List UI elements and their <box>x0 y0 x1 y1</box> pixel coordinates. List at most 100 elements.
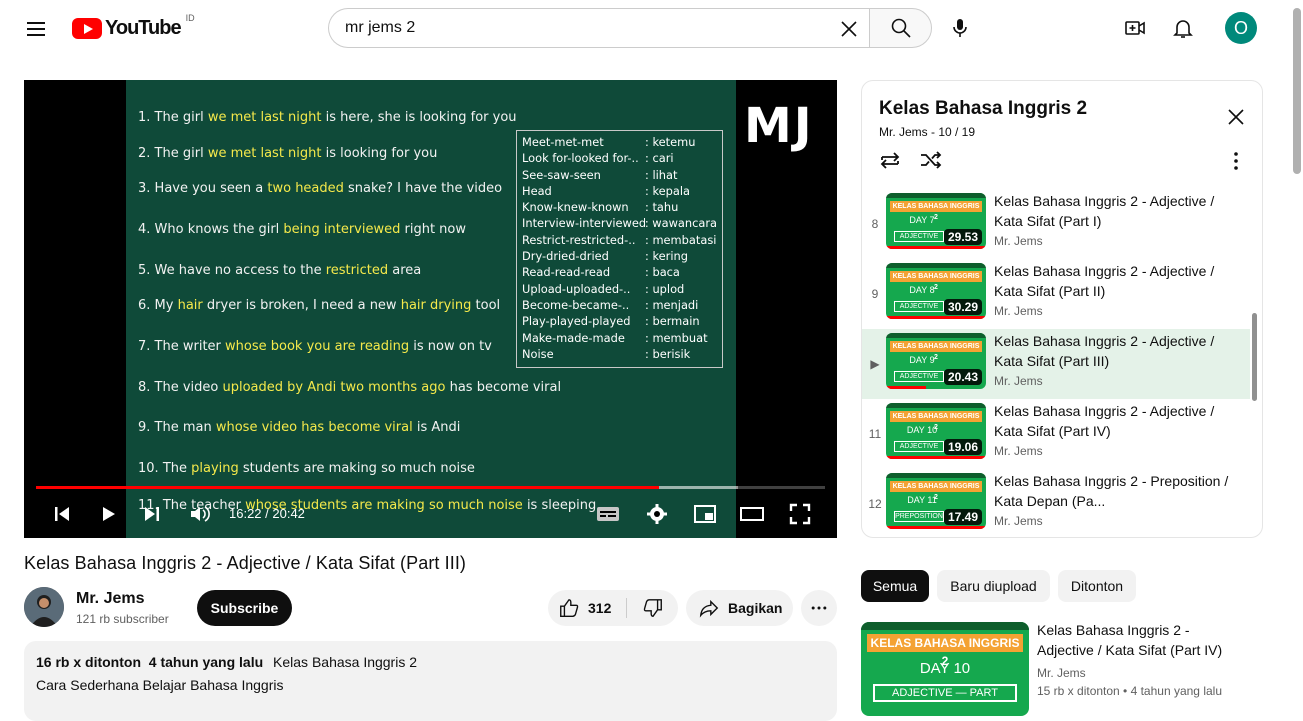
time-display: 16:22 / 20:42 <box>229 506 305 521</box>
playlist-item-title[interactable]: Kelas Bahasa Inggris 2 - Adjective / Kat… <box>994 191 1234 231</box>
vocab-row: Head: kepala <box>522 183 717 199</box>
recommended-title[interactable]: Kelas Bahasa Inggris 2 - Adjective / Kat… <box>1037 620 1247 660</box>
board-line-number: 2. <box>138 146 151 161</box>
thumbs-down-icon <box>643 599 662 617</box>
vocab-word: Dry-dried-dried <box>522 249 609 264</box>
playlist-item-index: ▶ <box>870 357 880 371</box>
fullscreen-button[interactable] <box>785 502 815 526</box>
playlist-item[interactable]: 11 KELAS BAHASA INGGRIS 2 DAY 10 ADJECTIVE 1… <box>862 399 1250 469</box>
vocab-table: Meet-met-met: ketemu Look for-looked for-… <box>516 130 723 368</box>
description-tag[interactable]: Kelas Bahasa Inggris 2 <box>273 654 417 670</box>
voice-search-button[interactable] <box>940 8 980 48</box>
thumb-category: PREPOSITION <box>894 511 944 522</box>
vocab-row: Know-knew-known: tahu <box>522 199 717 215</box>
board-text: students are making so much noise <box>238 461 475 476</box>
youtube-logo[interactable]: YouTube ID <box>72 13 195 40</box>
thumb-category: ADJECTIVE <box>894 441 944 452</box>
loop-icon[interactable] <box>877 147 903 173</box>
board-highlight: we met last night <box>207 110 322 125</box>
vocab-word: Become-became-.. <box>522 297 630 312</box>
board-highlight: being interviewed <box>283 222 401 237</box>
page-scrollbar-thumb[interactable] <box>1293 8 1301 174</box>
playlist-item-thumbnail[interactable]: KELAS BAHASA INGGRIS 2 DAY 10 ADJECTIVE 19.… <box>886 403 986 459</box>
volume-icon <box>191 506 210 522</box>
board-line: 6. My hair dryer is broken, I need a new… <box>138 298 500 313</box>
playlist-item-thumbnail[interactable]: KELAS BAHASA INGGRIS 2 DAY 11 PREPOSITION 1… <box>886 473 986 529</box>
like-button[interactable]: 312 <box>548 590 626 626</box>
playlist-item[interactable]: ▶ KELAS BAHASA INGGRIS 2 DAY 9 ADJECTIVE 20.… <box>862 329 1250 399</box>
playlist-item-title[interactable]: Kelas Bahasa Inggris 2 - Preposition / K… <box>994 471 1234 511</box>
chip-baru-diupload[interactable]: Baru diupload <box>937 570 1050 602</box>
channel-avatar[interactable] <box>24 587 64 627</box>
gear-icon <box>647 504 667 524</box>
playlist-item-title[interactable]: Kelas Bahasa Inggris 2 - Adjective / Kat… <box>994 261 1234 301</box>
create-button[interactable] <box>1115 8 1155 48</box>
like-count: 312 <box>588 600 612 616</box>
playlist-item-title[interactable]: Kelas Bahasa Inggris 2 - Adjective / Kat… <box>994 331 1234 371</box>
board-line: 3. Have you seen a two headed snake? I h… <box>138 181 502 196</box>
channel-name[interactable]: Mr. Jems <box>76 590 144 608</box>
progress-bar[interactable] <box>36 486 825 489</box>
chip-ditonton[interactable]: Ditonton <box>1058 570 1136 602</box>
playlist-item[interactable]: 8 KELAS BAHASA INGGRIS 2 DAY 7 ADJECTIVE 29.… <box>862 189 1250 259</box>
share-label: Bagikan <box>728 600 783 616</box>
playlist-item[interactable]: 12 KELAS BAHASA INGGRIS 2 DAY 11 PREPOSITIO… <box>862 469 1250 537</box>
more-vert-icon[interactable] <box>1224 149 1248 173</box>
recommended-channel[interactable]: Mr. Jems <box>1037 666 1086 680</box>
vocab-row: Restrict-restricted-..: membatasi <box>522 232 717 248</box>
vocab-word: Interview-interviewed <box>522 216 645 231</box>
play-button[interactable] <box>93 502 123 526</box>
playlist-item-thumbnail[interactable]: KELAS BAHASA INGGRIS 2 DAY 9 ADJECTIVE 20.4… <box>886 333 986 389</box>
playlist-item[interactable]: 9 KELAS BAHASA INGGRIS 2 DAY 8 ADJECTIVE 30.… <box>862 259 1250 329</box>
settings-button[interactable] <box>642 502 672 526</box>
board-highlight: hair drying <box>400 298 472 313</box>
board-line-number: 5. <box>138 263 151 278</box>
description-box[interactable]: 16 rb x ditonton 4 tahun yang lalu Kelas… <box>24 641 837 721</box>
vocab-meaning: : tahu <box>645 200 679 215</box>
playlist-item-thumbnail[interactable]: KELAS BAHASA INGGRIS 2 DAY 7 ADJECTIVE 29.5… <box>886 193 986 249</box>
miniplayer-button[interactable] <box>690 502 720 526</box>
close-icon[interactable] <box>1225 106 1247 128</box>
playlist-title[interactable]: Kelas Bahasa Inggris 2 <box>879 98 1087 120</box>
vocab-meaning: : membatasi <box>645 232 717 247</box>
playlist-item-thumbnail[interactable]: KELAS BAHASA INGGRIS 2 DAY 8 ADJECTIVE 30.2… <box>886 263 986 319</box>
skip-previous-icon <box>55 507 69 521</box>
subscriber-count: 121 rb subscriber <box>76 612 169 626</box>
share-button[interactable]: Bagikan <box>686 590 793 626</box>
board-highlight: two headed <box>267 181 344 196</box>
vocab-row: Upload-uploaded-..: uplod <box>522 281 717 297</box>
thumb-day: DAY 7 <box>909 215 935 225</box>
subscribe-button[interactable]: Subscribe <box>197 590 292 626</box>
previous-button[interactable] <box>47 502 77 526</box>
duration-badge: 30.29 <box>943 299 982 315</box>
board-text: is now on tv <box>409 339 492 354</box>
recommended-thumbnail[interactable]: KELAS BAHASA INGGRIS 2 DAY 10 ADJECTIVE … <box>861 622 1029 716</box>
chip-semua[interactable]: Semua <box>861 570 929 602</box>
thumb-category: ADJECTIVE — PART <box>873 684 1017 702</box>
board-text: The writer <box>154 339 226 354</box>
board-highlight: whose video has become viral <box>215 420 413 435</box>
thumb-banner: KELAS BAHASA INGGRIS 2 <box>890 411 982 431</box>
account-avatar[interactable]: O <box>1225 12 1257 44</box>
share-icon <box>699 599 719 618</box>
mute-button[interactable] <box>184 502 214 526</box>
subtitles-button[interactable] <box>593 502 623 526</box>
thumbs-up-icon <box>560 599 579 617</box>
more-actions-button[interactable] <box>801 590 837 626</box>
search-input[interactable] <box>345 19 815 37</box>
video-player[interactable]: 1. The girl we met last night is here, s… <box>24 80 837 538</box>
board-highlight: uploaded by Andi two months ago <box>222 380 446 395</box>
next-button[interactable] <box>137 502 167 526</box>
playlist-item-title[interactable]: Kelas Bahasa Inggris 2 - Adjective / Kat… <box>994 401 1234 441</box>
playlist-scrollbar[interactable] <box>1252 313 1257 401</box>
notifications-button[interactable] <box>1163 8 1203 48</box>
theater-mode-button[interactable] <box>737 502 767 526</box>
page-scrollbar[interactable] <box>1291 0 1303 697</box>
close-icon[interactable] <box>837 17 861 41</box>
vocab-word: Upload-uploaded-.. <box>522 281 631 296</box>
search-button[interactable] <box>869 8 932 48</box>
hamburger-icon[interactable] <box>24 18 48 38</box>
shuffle-icon[interactable] <box>918 147 944 173</box>
board-text: The girl <box>154 110 208 125</box>
dislike-button[interactable] <box>627 590 678 626</box>
